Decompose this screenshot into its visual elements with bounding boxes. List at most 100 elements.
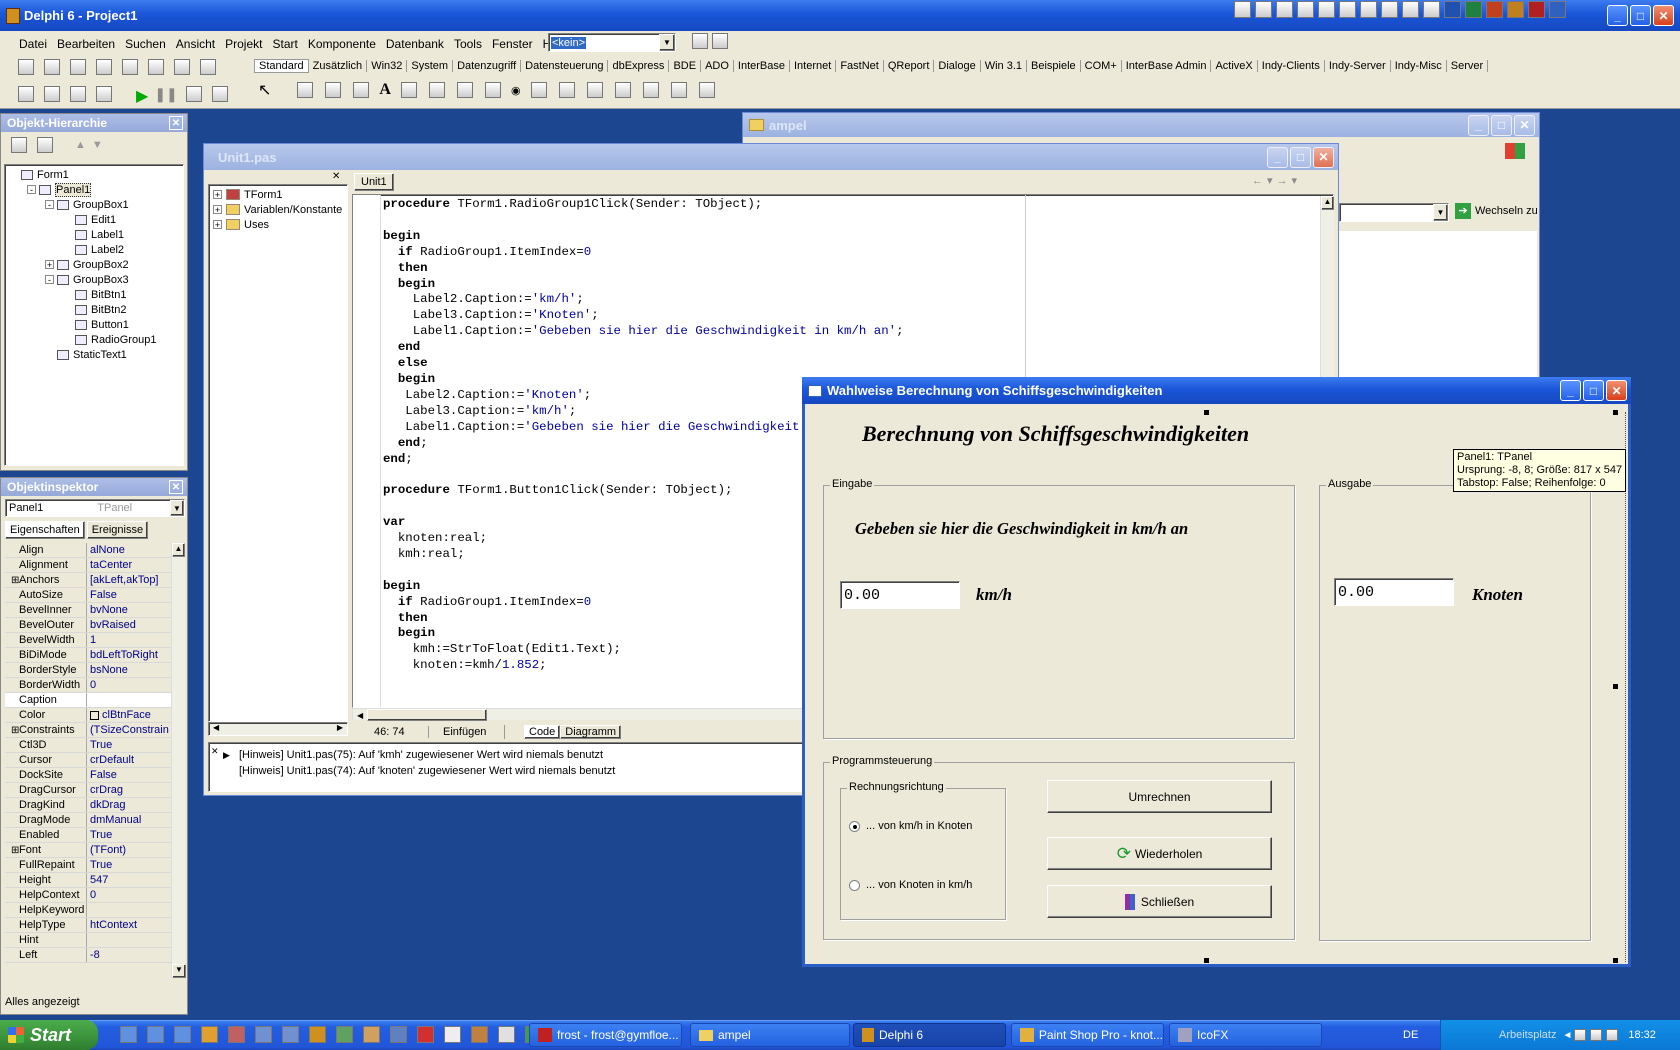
clock[interactable]: 18:32 <box>1628 1029 1656 1041</box>
property-row[interactable]: BevelInner bvNone <box>5 603 171 618</box>
property-row[interactable]: Hint <box>5 933 171 948</box>
form-minimize-button[interactable]: _ <box>1560 380 1581 401</box>
palette-tab[interactable]: ADO <box>701 59 734 72</box>
hierarchy-item[interactable]: + GroupBox2 <box>5 257 183 272</box>
hierarchy-item[interactable]: StaticText1 <box>5 347 183 362</box>
radio-knoten-to-kmh[interactable]: ... von Knoten in km/h <box>849 879 972 891</box>
property-row[interactable]: Ctl3D True <box>5 738 171 753</box>
property-row[interactable]: BevelWidth 1 <box>5 633 171 648</box>
property-value[interactable]: alNone <box>87 544 125 556</box>
property-value[interactable]: bvNone <box>87 604 128 616</box>
remove-file-icon[interactable] <box>174 59 190 75</box>
property-value[interactable]: (TSizeConstrain <box>87 724 169 736</box>
code-explorer-item[interactable]: + Uses <box>209 217 347 232</box>
property-row[interactable]: DragMode dmManual <box>5 813 171 828</box>
quicklaunch-icon[interactable] <box>498 1026 515 1043</box>
quicklaunch-icon[interactable] <box>1423 1 1440 18</box>
ampel-minimize-button[interactable]: _ <box>1468 114 1489 136</box>
tab-ereignisse[interactable]: Ereignisse <box>86 521 149 539</box>
groupbox-programmsteuerung[interactable]: Programmsteuerung Rechnungsrichtung ... … <box>823 755 1295 940</box>
groupbox-eingabe[interactable]: Eingabe Gebeben sie hier die Geschwindig… <box>823 478 1295 739</box>
quicklaunch-icon[interactable] <box>471 1026 488 1043</box>
tray-icon[interactable]: ◄ <box>1562 1030 1572 1041</box>
property-value[interactable]: taCenter <box>87 559 132 571</box>
tree-expander-icon[interactable]: + <box>213 205 222 215</box>
main-maximize-button[interactable]: □ <box>1630 5 1651 26</box>
property-row[interactable]: Color clBtnFace <box>5 708 171 723</box>
selection-handle[interactable] <box>1204 410 1209 415</box>
form-close-button[interactable]: ✕ <box>1606 380 1627 401</box>
property-value[interactable]: 0 <box>87 679 96 691</box>
help-icon[interactable] <box>200 59 216 75</box>
menu-suchen[interactable]: Suchen <box>120 37 171 51</box>
property-row[interactable]: BorderStyle bsNone <box>5 663 171 678</box>
code-line[interactable]: then <box>383 261 911 277</box>
main-close-button[interactable]: ✕ <box>1653 5 1674 26</box>
palette-tab[interactable]: System <box>407 59 454 72</box>
palette-tab[interactable]: BDE <box>669 59 702 72</box>
tree-expander-icon[interactable]: + <box>45 260 54 270</box>
property-value[interactable]: crDefault <box>87 754 134 766</box>
code-line[interactable]: begin <box>383 277 911 293</box>
task-mail[interactable]: frost - frost@gymfloe... <box>529 1023 682 1047</box>
property-value[interactable]: True <box>87 829 112 841</box>
open-project-icon[interactable] <box>122 59 138 75</box>
inspector-title-bar[interactable]: Objektinspektor ✕ <box>1 478 187 496</box>
quicklaunch-icon[interactable] <box>1486 1 1503 18</box>
kmh-input[interactable]: 0.00 <box>840 581 960 609</box>
code-line[interactable]: else <box>383 356 911 372</box>
property-row[interactable]: ⊞ Anchors [akLeft,akTop] <box>5 573 171 588</box>
hierarchy-item[interactable]: - GroupBox1 <box>5 197 183 212</box>
hierarchy-item[interactable]: - GroupBox3 <box>5 272 183 287</box>
quicklaunch-icon[interactable] <box>201 1026 218 1043</box>
task-paintshop[interactable]: Paint Shop Pro - knot... <box>1011 1023 1164 1047</box>
palette-tab[interactable]: Dialoge <box>934 59 981 72</box>
hierarchy-item[interactable]: Edit1 <box>5 212 183 227</box>
component-groupbox-icon[interactable] <box>614 82 631 98</box>
code-line[interactable]: procedure TForm1.RadioGroup1Click(Sender… <box>383 197 911 213</box>
property-value[interactable]: (TFont) <box>87 844 126 856</box>
property-row[interactable]: FullRepaint True <box>5 858 171 873</box>
pointer-icon[interactable]: ↖ <box>258 80 271 100</box>
tab-code[interactable]: Code <box>524 725 561 739</box>
palette-tab[interactable]: Win 3.1 <box>981 59 1028 72</box>
palette-tab[interactable]: COM+ <box>1081 59 1122 72</box>
language-indicator[interactable]: DE <box>1403 1029 1418 1041</box>
quicklaunch-icon[interactable] <box>1360 1 1377 18</box>
pause-icon[interactable]: ❚❚ <box>154 86 177 106</box>
quicklaunch-icon[interactable] <box>1255 1 1272 18</box>
component-combobox-icon[interactable] <box>558 82 575 98</box>
inspector-object-combo[interactable]: Panel1 TPanel ▼ <box>5 499 185 517</box>
quicklaunch-icon[interactable] <box>309 1026 326 1043</box>
quicklaunch-icon[interactable] <box>174 1026 191 1043</box>
main-title-bar[interactable]: Delphi 6 - Project1 _ □ ✕ <box>0 0 1680 31</box>
messages-expand-icon[interactable]: ▶ <box>223 747 230 763</box>
menu-bearbeiten[interactable]: Bearbeiten <box>52 37 120 51</box>
property-value[interactable]: bvRaised <box>87 619 136 631</box>
component-radiogroup-icon[interactable] <box>642 82 659 98</box>
quicklaunch-icon[interactable] <box>1297 1 1314 18</box>
radiogroup-rechnungsrichtung[interactable]: Rechnungsrichtung ... von km/h in Knoten… <box>840 781 1006 920</box>
property-value[interactable]: True <box>87 859 112 871</box>
property-expand-icon[interactable]: ⊞ <box>11 575 19 586</box>
palette-tab[interactable]: Beispiele <box>1027 59 1081 72</box>
quicklaunch-icon[interactable] <box>228 1026 245 1043</box>
quicklaunch-icon[interactable] <box>120 1026 137 1043</box>
editor-title-bar[interactable]: Unit1.pas _ □ ✕ <box>204 144 1338 170</box>
excel-icon[interactable] <box>1465 1 1482 18</box>
move-down-icon[interactable]: ▼ <box>92 139 103 151</box>
menu-datei[interactable]: Datei <box>14 37 52 51</box>
hierarchy-item[interactable]: BitBtn1 <box>5 287 183 302</box>
property-value[interactable]: bdLeftToRight <box>87 649 158 661</box>
open-icon[interactable] <box>44 59 60 75</box>
task-icofx[interactable]: IcoFX <box>1169 1023 1322 1047</box>
property-value[interactable]: htContext <box>87 919 137 931</box>
property-row[interactable]: DockSite False <box>5 768 171 783</box>
tray-icon[interactable] <box>1574 1029 1587 1041</box>
menu-komponente[interactable]: Komponente <box>303 37 381 51</box>
menu-start[interactable]: Start <box>267 37 302 51</box>
property-row[interactable]: Alignment taCenter <box>5 558 171 573</box>
hierarchy-item[interactable]: Button1 <box>5 317 183 332</box>
property-value[interactable]: clBtnFace <box>87 709 151 721</box>
palette-tab[interactable]: Datenzugriff <box>453 59 522 72</box>
